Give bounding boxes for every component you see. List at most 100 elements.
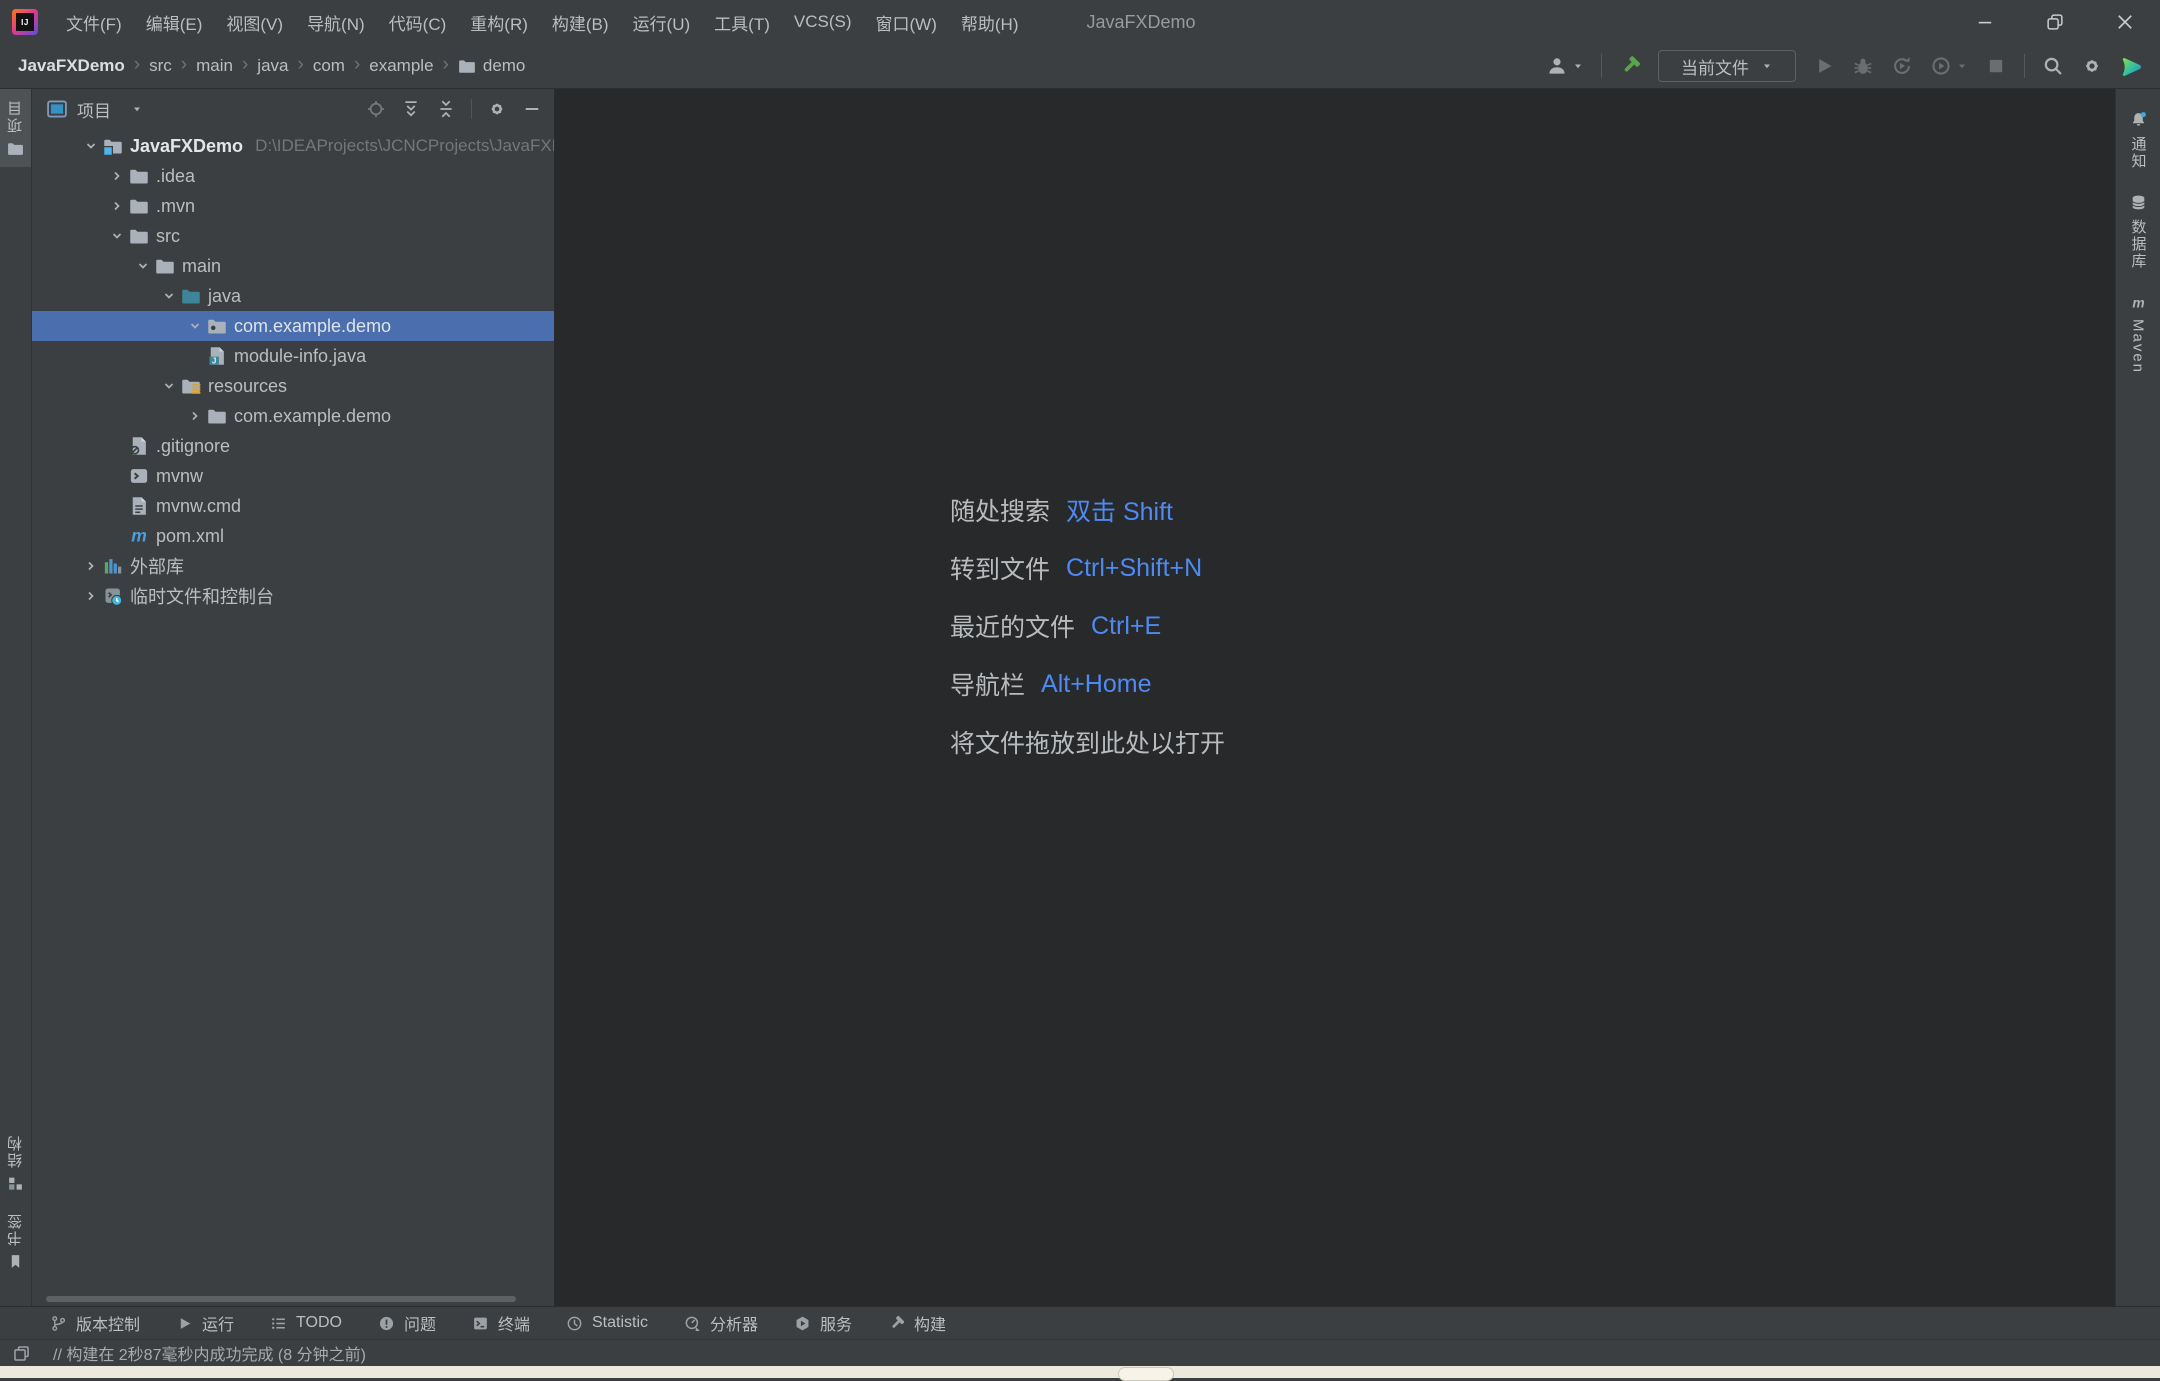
menu-item-9[interactable]: VCS(S)	[782, 0, 864, 44]
chevron-right-icon[interactable]	[80, 585, 102, 607]
close-button[interactable]	[2090, 0, 2160, 44]
profiler-run-button[interactable]	[1930, 55, 1968, 77]
chevron-right-icon[interactable]	[184, 405, 206, 427]
toolwindow-button-run[interactable]: 运行	[176, 1311, 234, 1335]
collapse-all-button[interactable]	[436, 99, 456, 119]
menu-item-5[interactable]: 重构(R)	[458, 0, 540, 44]
chevron-down-icon[interactable]	[106, 225, 128, 247]
toolwindow-button-problems[interactable]: 问题	[378, 1311, 436, 1335]
tree-item-外部库[interactable]: 外部库	[32, 551, 554, 581]
breadcrumb-item-demo[interactable]: demo	[458, 56, 526, 76]
chevron-down-icon[interactable]	[184, 315, 206, 337]
scratch-icon	[103, 586, 123, 606]
menu-item-11[interactable]: 帮助(H)	[949, 0, 1031, 44]
tree-item-pom.xml[interactable]: mpom.xml	[32, 521, 554, 551]
tree-item-resources[interactable]: resources	[32, 371, 554, 401]
breadcrumb-item-main[interactable]: main	[196, 56, 233, 76]
navigation-bar: JavaFXDemo›src›main›java›com›example›dem…	[0, 44, 2160, 89]
tree-item-com.example.demo[interactable]: com.example.demo	[32, 401, 554, 431]
run-button[interactable]	[1813, 55, 1835, 77]
menu-item-6[interactable]: 构建(B)	[540, 0, 621, 44]
build-hammer-button[interactable]	[1619, 55, 1641, 77]
run-with-coverage-button[interactable]	[1891, 55, 1913, 77]
chevron-down-icon[interactable]	[131, 103, 143, 115]
user-menu-button[interactable]	[1546, 55, 1584, 77]
tree-item-java[interactable]: java	[32, 281, 554, 311]
chevron-down-icon	[1572, 60, 1584, 72]
breadcrumb-item-src[interactable]: src	[149, 56, 172, 76]
stop-button[interactable]	[1985, 55, 2007, 77]
chevron-right-icon[interactable]	[106, 165, 128, 187]
minimize-button[interactable]	[1950, 0, 2020, 44]
tree-item-临时文件和控制台[interactable]: 临时文件和控制台	[32, 581, 554, 611]
expand-all-button[interactable]	[401, 99, 421, 119]
breadcrumb-separator: ›	[443, 55, 449, 74]
colorful-plugin-icon[interactable]	[2120, 55, 2142, 77]
horizontal-scrollbar[interactable]	[46, 1296, 516, 1302]
chevron-down-icon[interactable]	[158, 375, 180, 397]
maven-gray-icon: m	[2130, 294, 2147, 311]
chevron-right-icon[interactable]	[106, 195, 128, 217]
chevron-down-icon[interactable]	[80, 135, 102, 157]
menu-item-4[interactable]: 代码(C)	[377, 0, 459, 44]
menu-item-3[interactable]: 导航(N)	[295, 0, 377, 44]
toolwindow-button-services[interactable]: 服务	[794, 1311, 852, 1335]
locate-file-button[interactable]	[366, 99, 386, 119]
chevron-down-icon[interactable]	[158, 285, 180, 307]
toolwindow-switcher-icon[interactable]	[12, 1344, 31, 1363]
menu-item-10[interactable]: 窗口(W)	[864, 0, 949, 44]
tree-item-module-info.java[interactable]: Jmodule-info.java	[32, 341, 554, 371]
sidebar-tab-database[interactable]: 数据库	[2116, 182, 2160, 282]
sidebar-tab-structure[interactable]: 结构	[0, 1124, 31, 1202]
indent-spacer	[184, 345, 206, 367]
chevron-down-icon[interactable]	[132, 255, 154, 277]
menu-item-8[interactable]: 工具(T)	[702, 0, 782, 44]
menu-item-7[interactable]: 运行(U)	[621, 0, 703, 44]
toolwindow-button-build[interactable]: 构建	[888, 1311, 946, 1335]
toolwindow-button-todo[interactable]: TODO	[270, 1314, 342, 1332]
breadcrumb-item-example[interactable]: example	[369, 56, 433, 76]
restore-button[interactable]	[2020, 0, 2090, 44]
navbar-actions: 当前文件	[1546, 50, 2150, 82]
shortcut-keys: Ctrl+Shift+N	[1066, 554, 1202, 583]
tree-item-com.example.demo[interactable]: com.example.demo	[32, 311, 554, 341]
toolwindow-button-statistic[interactable]: Statistic	[566, 1314, 648, 1332]
run-configuration-selector[interactable]: 当前文件	[1658, 50, 1796, 82]
breadcrumb-item-java[interactable]: java	[257, 56, 288, 76]
tree-item-.gitignore[interactable]: .gitignore	[32, 431, 554, 461]
panel-settings-gear-button[interactable]	[487, 99, 507, 119]
menu-item-1[interactable]: 编辑(E)	[134, 0, 215, 44]
breadcrumb-item-javafxdemo[interactable]: JavaFXDemo	[18, 56, 125, 76]
sidebar-tab-project[interactable]: 项目	[0, 89, 31, 167]
indent-spacer	[106, 495, 128, 517]
toolwindow-button-profiler[interactable]: 分析器	[684, 1311, 758, 1335]
folder-icon	[129, 226, 149, 246]
tree-item-mvnw.cmd[interactable]: mvnw.cmd	[32, 491, 554, 521]
sidebar-tab-bookmarks[interactable]: 书签	[0, 1202, 31, 1280]
chevron-right-icon[interactable]	[80, 555, 102, 577]
tree-item-.idea[interactable]: .idea	[32, 161, 554, 191]
svg-text:m: m	[2132, 294, 2144, 310]
settings-gear-button[interactable]	[2081, 55, 2103, 77]
menu-item-0[interactable]: 文件(F)	[54, 0, 134, 44]
tree-item-JavaFXDemo[interactable]: JavaFXDemoD:\IDEAProjects\JCNCProjects\J…	[32, 131, 554, 161]
sidebar-tab-maven[interactable]: mMaven	[2116, 282, 2160, 386]
breadcrumb-item-com[interactable]: com	[313, 56, 345, 76]
tree-item-src[interactable]: src	[32, 221, 554, 251]
toolwindow-button-version-control[interactable]: 版本控制	[50, 1311, 140, 1335]
tree-item-main[interactable]: main	[32, 251, 554, 281]
titlebar: IJ 文件(F)编辑(E)视图(V)导航(N)代码(C)重构(R)构建(B)运行…	[0, 0, 2160, 44]
debug-button[interactable]	[1852, 55, 1874, 77]
file-text-icon	[129, 496, 149, 516]
search-everywhere-button[interactable]	[2042, 55, 2064, 77]
toolwindow-button-terminal[interactable]: 终端	[472, 1311, 530, 1335]
menu-item-2[interactable]: 视图(V)	[214, 0, 295, 44]
project-panel-title: 项目	[77, 97, 111, 122]
tree-item-mvnw[interactable]: mvnw	[32, 461, 554, 491]
sidebar-tab-notifications[interactable]: 通知	[2116, 99, 2160, 182]
breadcrumb-separator: ›	[242, 55, 248, 74]
tree-item-.mvn[interactable]: .mvn	[32, 191, 554, 221]
hide-panel-button[interactable]	[522, 99, 542, 119]
status-message: // 构建在 2秒87毫秒内成功完成 (8 分钟之前)	[53, 1341, 366, 1365]
tool-window-bar: 版本控制 运行 TODO 问题 终端 Statistic 分析器 服务 构建	[0, 1306, 2160, 1339]
